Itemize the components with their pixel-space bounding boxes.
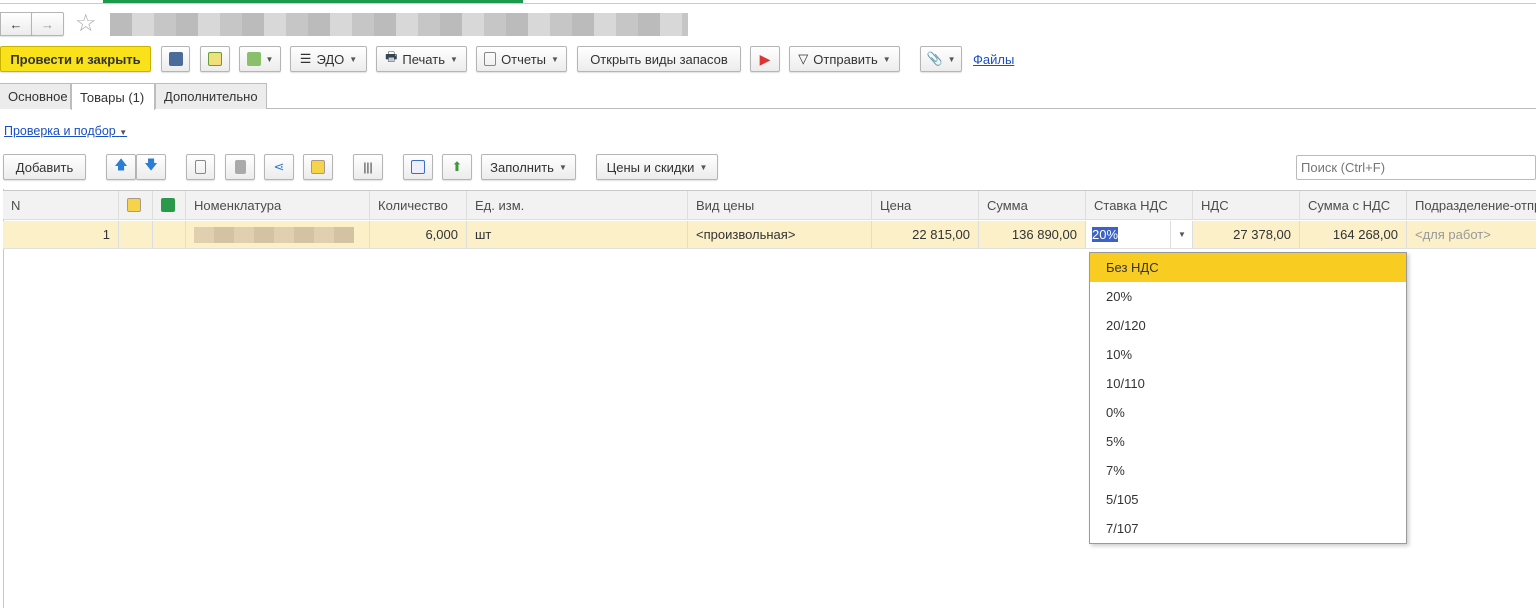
copy-flag-icon [127,198,141,212]
edo-icon: ☰ [299,51,312,66]
col-price-type[interactable]: Вид цены [688,191,872,219]
row-price-type: <произвольная> [688,221,872,248]
create-based-icon [246,52,261,66]
col-n[interactable]: N [3,191,119,219]
row-copy-flag [119,221,153,248]
vat-option[interactable]: 5% [1090,427,1406,456]
chevron-down-icon: ▼ [1178,230,1186,239]
vat-option[interactable]: 0% [1090,398,1406,427]
post-button[interactable] [200,46,230,72]
send-icon: ▽ [798,51,809,66]
col-marking[interactable] [153,191,186,219]
move-up-button[interactable]: 🡅 [106,154,136,180]
row-quantity: 6,000 [370,221,467,248]
barcode-icon: ||| [363,160,373,174]
arrow-up-icon: 🡅 [114,157,128,172]
move-down-button[interactable]: 🡇 [136,154,166,180]
save-icon [168,52,183,66]
post-icon [208,52,222,66]
share-button[interactable]: ▶ [750,46,780,72]
split-button[interactable]: ⋖ [264,154,294,180]
copy-button[interactable] [186,154,215,180]
vat-rate-dropdown-button[interactable]: ▼ [1170,221,1192,248]
share-logo-icon: ▶ [759,50,771,67]
upload-button[interactable]: ⬆ [442,154,472,180]
vat-option[interactable]: 7% [1090,456,1406,485]
marking-icon [161,198,175,212]
reports-button[interactable]: Отчеты ▼ [476,46,567,72]
attachments-button[interactable]: 📎 ▼ [920,46,962,72]
row-vat: 27 378,00 [1193,221,1300,248]
tab-main[interactable]: Основное [0,83,71,109]
copy-rows-icon [311,160,325,174]
vat-option[interactable]: 20% [1090,282,1406,311]
search-input[interactable] [1296,155,1536,180]
row-department: <для работ> [1415,227,1491,242]
open-stock-types-button[interactable]: Открыть виды запасов [577,46,741,72]
row-total: 164 268,00 [1300,221,1407,248]
back-icon: ← [9,16,23,32]
send-button[interactable]: ▽ Отправить ▼ [789,46,900,72]
fill-button[interactable]: Заполнить ▼ [481,154,576,180]
reports-icon [484,52,497,66]
vat-option[interactable]: 10/110 [1090,369,1406,398]
table-row[interactable]: 1 6,000 шт <произвольная> 22 815,00 136 … [3,221,1536,249]
row-nomenclature [186,221,370,248]
col-quantity[interactable]: Количество [370,191,467,219]
add-button[interactable]: Добавить [3,154,86,180]
row-marking [153,221,186,248]
favorite-star-icon[interactable]: ☆ [75,9,97,38]
copy-rows-button[interactable] [303,154,333,180]
row-price: 22 815,00 [872,221,979,248]
row-unit: шт [467,221,688,248]
vat-rate-field[interactable]: 20% ▼ [1086,221,1193,248]
tab-additional[interactable]: Дополнительно [155,83,267,109]
checklist-icon [411,160,425,174]
forward-icon: → [41,16,54,32]
vat-option[interactable]: 10% [1090,340,1406,369]
vat-option[interactable]: 7/107 [1090,514,1406,543]
prices-discounts-button[interactable]: Цены и скидки ▼ [596,154,718,180]
row-sum: 136 890,00 [979,221,1086,248]
col-total[interactable]: Сумма с НДС [1300,191,1407,219]
check-and-select-link[interactable]: Проверка и подбор ▼ [4,124,127,138]
col-sum[interactable]: Сумма [979,191,1086,219]
paperclip-icon: 📎 [926,51,943,66]
paste-icon [234,160,246,174]
vat-option[interactable]: 20/120 [1090,311,1406,340]
post-and-close-button[interactable]: Провести и закрыть [0,46,151,72]
col-vat[interactable]: НДС [1193,191,1300,219]
vat-option[interactable]: Без НДС [1090,253,1406,282]
back-button[interactable]: ← [0,12,32,36]
create-based-button[interactable]: ▼ [239,46,281,72]
col-unit[interactable]: Ед. изм. [467,191,688,219]
barcode-search-button[interactable]: ||| [353,154,383,180]
printer-icon: 🖶 [385,49,398,64]
col-vat-rate[interactable]: Ставка НДС [1086,191,1193,219]
vat-rate-dropdown-list: Без НДС 20% 20/120 10% 10/110 0% 5% 7% 5/105 7/10… [1089,252,1407,544]
files-link[interactable]: Файлы [973,52,1014,67]
print-button[interactable]: 🖶 Печать ▼ [376,46,467,72]
paste-button[interactable] [225,154,255,180]
arrow-down-icon: 🡇 [144,157,158,172]
check-button[interactable] [403,154,433,180]
split-icon: ⋖ [273,159,285,174]
save-button[interactable] [161,46,190,72]
col-nomenclature[interactable]: Номенклатура [186,191,370,219]
tab-goods[interactable]: Товары (1) [71,83,155,110]
col-copy-flag[interactable] [119,191,153,219]
table-header: N Номенклатура Количество Ед. изм. Вид ц… [3,190,1536,220]
vat-option[interactable]: 5/105 [1090,485,1406,514]
col-price[interactable]: Цена [872,191,979,219]
upload-icon: ⬆ [451,159,463,174]
forward-button[interactable]: → [31,12,64,36]
vat-rate-value: 20% [1092,227,1119,242]
edo-button[interactable]: ☰ ЭДО ▼ [290,46,367,72]
document-title-blurred [110,13,688,36]
nomenclature-blurred [194,226,354,243]
row-n: 1 [3,221,119,248]
copy-icon [195,160,206,174]
col-department[interactable]: Подразделение-отпр [1407,191,1536,219]
